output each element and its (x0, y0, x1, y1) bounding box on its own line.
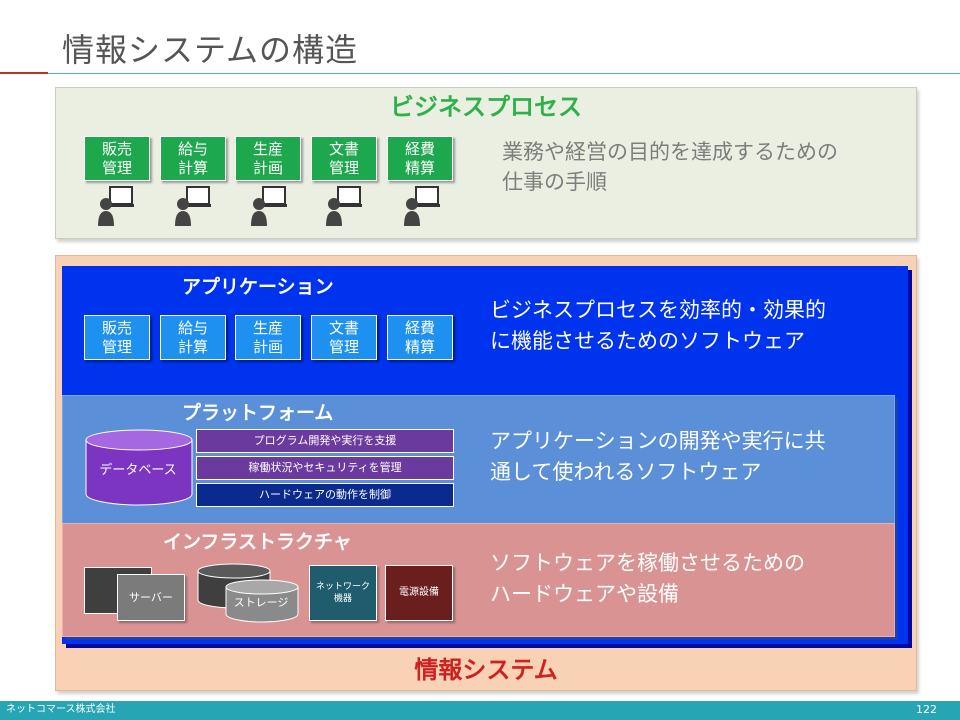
business-task-label: 経費 (404, 139, 435, 158)
application-sales: 販売 管理 (84, 315, 150, 360)
footer-company: ネットコマース株式会社 (6, 704, 116, 715)
person-with-laptop-icon (326, 186, 362, 226)
platform-function-operations-security: 稼働状況やセキュリティを管理 (196, 456, 454, 480)
application-label: 販売 (101, 318, 132, 337)
page-title: 情報システムの構造 (62, 31, 359, 69)
title-accent-rule (0, 72, 48, 74)
application-label: 生産 (252, 318, 283, 337)
application-label: 経費 (404, 318, 435, 337)
network-equipment-label: 機器 (333, 594, 352, 604)
application-label: 管理 (328, 337, 359, 356)
business-task-label: 生産 (252, 139, 283, 158)
title-rule (48, 73, 960, 74)
application-expenses: 経費 精算 (387, 315, 453, 360)
application-label: 計算 (177, 337, 208, 356)
description-line: 業務や経営の目的を達成するための (502, 140, 838, 164)
business-task-label: 文書 (328, 139, 359, 158)
platform-description: アプリケーションの開発や実行に共 通して使われるソフトウェア (490, 426, 900, 488)
page-number: 122 (916, 703, 937, 716)
application-layer-title: アプリケーション (182, 276, 334, 298)
business-process-title: ビジネスプロセス (390, 93, 582, 121)
storage-cylinder-icon (197, 563, 299, 623)
business-task-label: 精算 (404, 158, 435, 177)
description-line: ソフトウェアを稼働させるための (490, 551, 805, 575)
business-task-label: 計画 (252, 158, 283, 177)
business-task-sales: 販売 管理 (84, 136, 150, 181)
description-line: アプリケーションの開発や実行に共 (490, 429, 826, 453)
business-task-expenses: 経費 精算 (387, 136, 453, 181)
person-with-laptop-icon (251, 186, 287, 226)
power-equipment-box: 電源設備 (385, 565, 453, 621)
business-process-description: 業務や経営の目的を達成するための 仕事の手順 (502, 137, 902, 197)
application-payroll: 給与 計算 (160, 315, 226, 360)
application-label: 管理 (101, 337, 132, 356)
description-line: ビジネスプロセスを効率的・効果的 (490, 298, 826, 322)
business-task-label: 管理 (328, 158, 359, 177)
person-with-laptop-icon (98, 186, 134, 226)
business-task-label: 計算 (177, 158, 208, 177)
business-task-label: 管理 (101, 158, 132, 177)
information-system-title: 情報システム (414, 656, 558, 684)
business-task-label: 給与 (177, 139, 208, 158)
platform-layer-title: プラットフォーム (182, 402, 334, 424)
application-documents: 文書 管理 (311, 315, 377, 360)
server-box: サーバー (117, 574, 185, 621)
business-task-documents: 文書 管理 (311, 136, 377, 181)
application-label: 計画 (252, 337, 283, 356)
description-line: 仕事の手順 (502, 170, 607, 194)
business-task-production: 生産 計画 (235, 136, 301, 181)
infrastructure-layer-title: インフラストラクチャ (163, 531, 352, 553)
application-label: 給与 (177, 318, 208, 337)
description-line: 通して使われるソフトウェア (490, 460, 762, 484)
application-description: ビジネスプロセスを効率的・効果的 に機能させるためのソフトウェア (490, 295, 900, 357)
database-label: データベース (99, 463, 177, 478)
storage-label: ストレージ (233, 596, 289, 609)
person-with-laptop-icon (175, 186, 211, 226)
description-line: に機能させるためのソフトウェア (490, 329, 805, 353)
business-task-payroll: 給与 計算 (160, 136, 226, 181)
description-line: ハードウェアや設備 (490, 582, 679, 606)
network-equipment-label: ネットワーク (315, 582, 370, 592)
footer-bar (0, 701, 960, 720)
network-equipment-box: ネットワーク 機器 (309, 565, 377, 621)
application-label: 精算 (404, 337, 435, 356)
platform-function-dev-support: プログラム開発や実行を支援 (196, 429, 454, 453)
person-with-laptop-icon (404, 186, 440, 226)
business-task-label: 販売 (101, 139, 132, 158)
platform-function-hardware-control: ハードウェアの動作を制御 (196, 483, 454, 507)
infrastructure-description: ソフトウェアを稼働させるための ハードウェアや設備 (490, 548, 900, 610)
application-production: 生産 計画 (235, 315, 301, 360)
application-label: 文書 (328, 318, 359, 337)
